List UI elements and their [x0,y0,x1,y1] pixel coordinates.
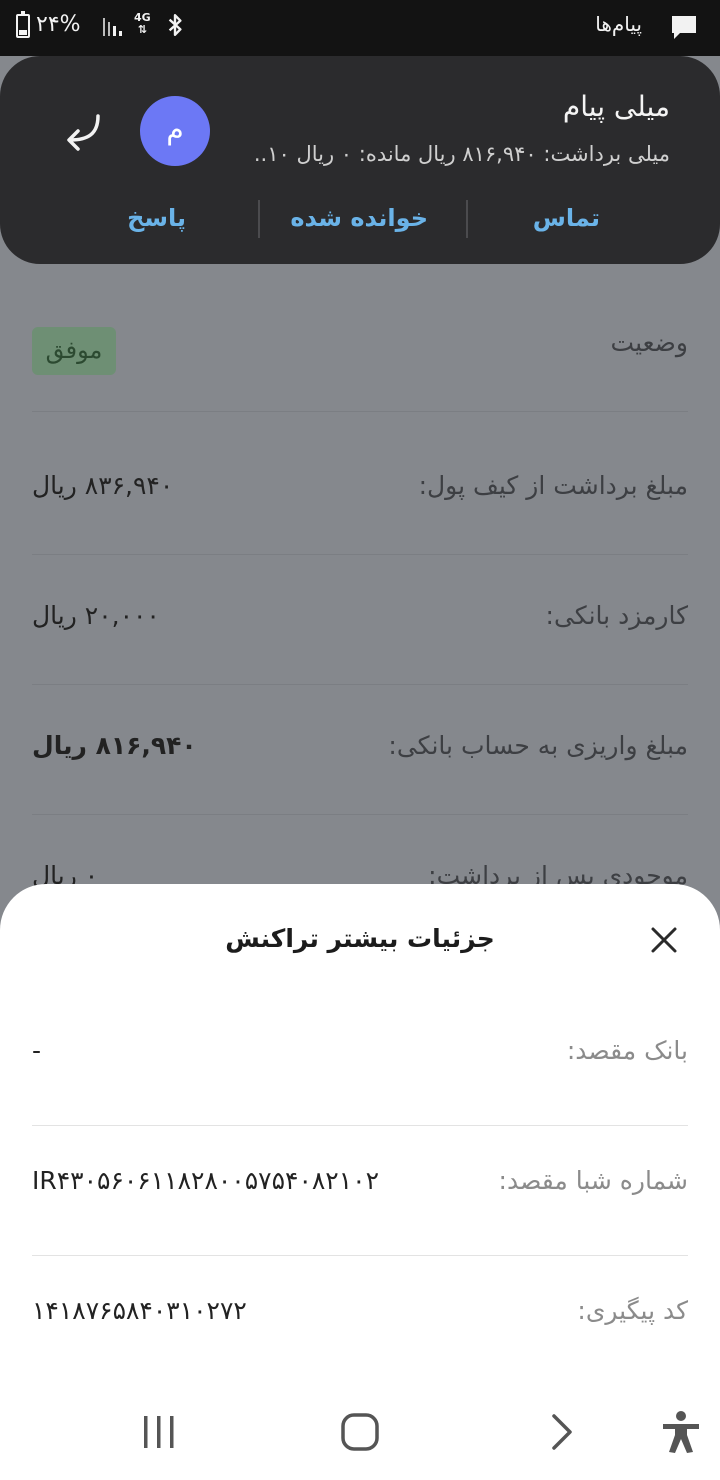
notification-title: میلی پیام [562,90,670,123]
mark-read-button[interactable]: خوانده شده [290,204,428,232]
detail-label: مبلغ برداشت از کیف پول: [418,471,688,500]
status-badge: موفق [32,327,116,375]
detail-value: ۸۳۶,۹۴۰ ریال [32,471,174,500]
sheet-value: ۱۴۱۸۷۶۵۸۴۰۳۱۰۲۷۲ [32,1296,247,1325]
back-icon[interactable] [548,1412,576,1452]
accessibility-icon[interactable] [660,1410,702,1454]
detail-value: ۸۱۶,۹۴۰ ریال [32,731,197,760]
status-bar: ۲۴% 4G ⇅ پیام‌ها [0,0,720,56]
battery-percent: ۲۴% [36,12,81,37]
reply-button[interactable]: پاسخ [127,204,186,232]
detail-label: کارمزد بانکی: [545,601,688,630]
tracking-code-row: کد پیگیری: ۱۴۱۸۷۶۵۸۴۰۳۱۰۲۷۲ [32,1256,688,1386]
detail-row-deposit-amount: مبلغ واریزی به حساب بانکی: ۸۱۶,۹۴۰ ریال [32,685,688,815]
home-icon[interactable] [340,1412,380,1452]
sheet-label: شماره شبا مقصد: [498,1166,688,1195]
close-icon[interactable] [650,926,678,954]
bluetooth-icon [168,14,182,36]
network-type: 4G [134,11,151,24]
sheet-label: بانک مقصد: [566,1036,688,1065]
message-icon [672,16,696,39]
destination-iban-row: شماره شبا مقصد: IR۴۳۰۵۶۰۶۱۱۸۲۸۰۰۵۷۵۴۰۸۲۱… [32,1126,688,1256]
sheet-title: جزئیات بیشتر تراکنش [225,924,495,953]
status-row: وضعیت موفق [32,282,688,412]
sheet-label: کد پیگیری: [577,1296,688,1325]
navigation-bar [0,1384,720,1480]
signal-icon [103,18,122,36]
notification-body: میلی برداشت: ۸۱۶,۹۴۰ ریال مانده: ۰ ریال … [253,142,670,166]
network-indicator: 4G ⇅ [134,11,151,36]
sheet-value: - [32,1036,42,1065]
notification-actions: تماس خوانده شده پاسخ [0,196,720,246]
sheet-value: IR۴۳۰۵۶۰۶۱۱۸۲۸۰۰۵۷۵۴۰۸۲۱۰۲ [32,1166,380,1195]
app-name: پیام‌ها [595,12,642,36]
reply-arrow-icon[interactable] [58,110,106,154]
call-button[interactable]: تماس [533,204,600,232]
avatar: م [140,96,210,166]
detail-row-bank-fee: کارمزد بانکی: ۲۰,۰۰۰ ریال [32,555,688,685]
action-divider [258,200,260,238]
recents-icon[interactable] [140,1414,178,1450]
detail-row-wallet-withdrawal: مبلغ برداشت از کیف پول: ۸۳۶,۹۴۰ ریال [32,425,688,555]
battery-icon [16,11,30,38]
status-label: وضعیت [610,328,688,357]
destination-bank-row: بانک مقصد: - [32,996,688,1126]
detail-label: مبلغ واریزی به حساب بانکی: [388,731,688,760]
action-divider [466,200,468,238]
sms-notification[interactable]: میلی پیام میلی برداشت: ۸۱۶,۹۴۰ ریال ماند… [0,56,720,264]
detail-value: ۲۰,۰۰۰ ریال [32,601,160,630]
